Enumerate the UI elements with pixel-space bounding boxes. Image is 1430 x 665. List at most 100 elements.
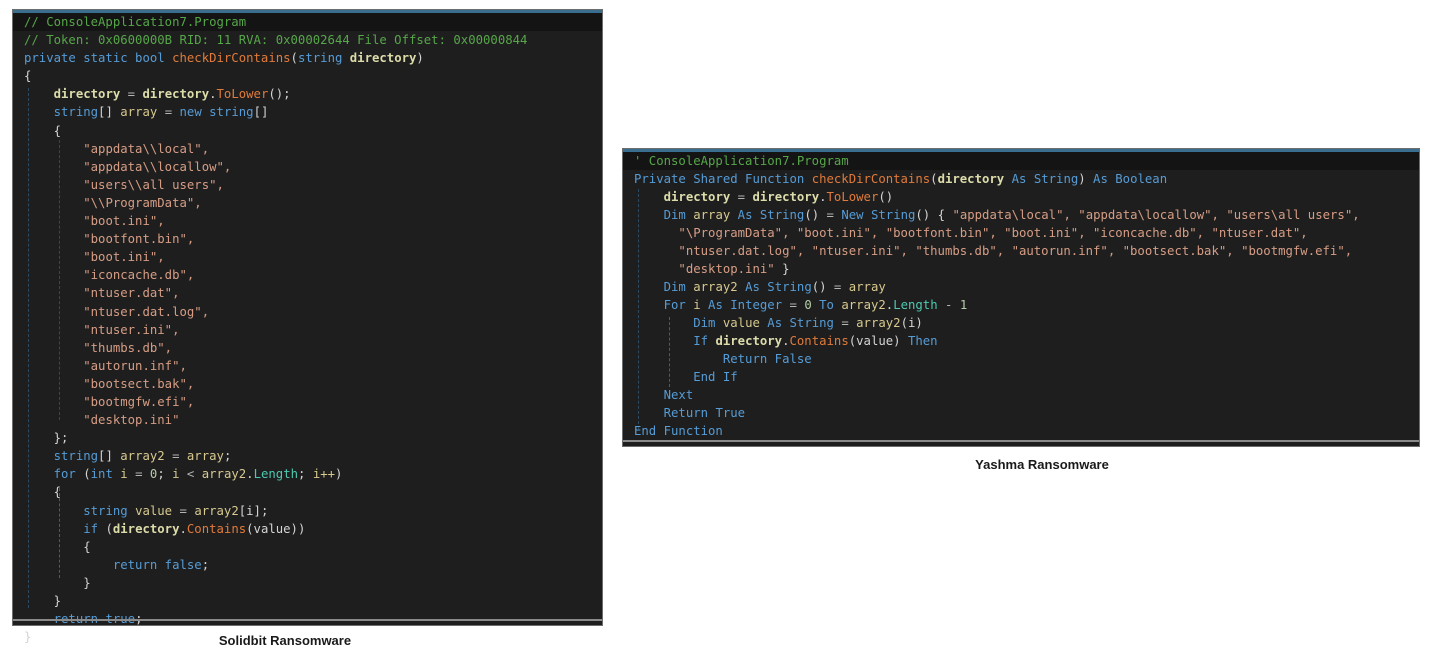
- code-token: array: [186, 449, 224, 464]
- solidbit-code-panel: // ConsoleApplication7.Program // Token:…: [12, 9, 603, 644]
- code-token: End Function: [634, 424, 723, 438]
- code-token: directory: [349, 51, 417, 66]
- code-token: Then: [907, 334, 938, 348]
- code-token: array2: [693, 280, 738, 294]
- code-dim-array: Dim array As String() = New String() { "…: [623, 206, 1419, 224]
- code-token: "appdata\\locallow",: [83, 159, 232, 174]
- code-token: .: [179, 521, 187, 536]
- code-token: i: [693, 298, 701, 312]
- code-token: Integer: [730, 298, 783, 312]
- code-brace: };: [13, 429, 602, 447]
- code-token: ;: [223, 449, 232, 464]
- code-string: "ntuser.dat",: [13, 284, 602, 302]
- code-token: {: [24, 69, 32, 84]
- code-token: Return False: [722, 352, 812, 366]
- code-token: []: [98, 449, 121, 464]
- code-token: String: [870, 208, 916, 222]
- code-token: [i];: [238, 503, 269, 518]
- code-token: string: [209, 105, 254, 120]
- code-token: Next: [663, 388, 694, 402]
- code-token: directory: [715, 334, 783, 348]
- code-token: directory: [937, 172, 1005, 186]
- code-token: =: [157, 105, 180, 120]
- code-token: string: [297, 51, 350, 66]
- code-token: i: [172, 467, 180, 482]
- code-string: "appdata\\locallow",: [13, 158, 602, 176]
- code-token: []: [98, 105, 121, 120]
- code-token: =: [172, 503, 195, 518]
- code-if: If directory.Contains(value) Then: [623, 332, 1419, 350]
- code-string: "desktop.ini": [13, 411, 602, 429]
- code-token: new: [179, 105, 210, 120]
- code-signature: Private Shared Function checkDirContains…: [623, 170, 1419, 188]
- code-return-false: Return False: [623, 350, 1419, 368]
- code-token: "\ProgramData", "boot.ini", "bootfont.bi…: [678, 226, 1308, 240]
- code-string-continuation: "ntuser.dat.log", "ntuser.ini", "thumbs.…: [623, 242, 1419, 260]
- code-string: "boot.ini",: [13, 212, 602, 230]
- code-token: String: [789, 316, 834, 330]
- code-token: ;: [201, 557, 210, 572]
- code-token: Length: [893, 298, 938, 312]
- code-token: "ntuser.dat.log", "ntuser.ini", "thumbs.…: [678, 244, 1353, 258]
- code-return-false: return false;: [13, 556, 602, 574]
- code-tolower: directory = directory.ToLower(): [623, 188, 1419, 206]
- code-token: =: [164, 449, 187, 464]
- code-token: Contains: [789, 334, 849, 348]
- code-token: }: [24, 630, 32, 645]
- code-token: array: [693, 208, 731, 222]
- code-token: New: [841, 208, 871, 222]
- code-token: ;: [135, 612, 143, 627]
- code-token: }: [774, 262, 790, 276]
- code-token: // Token: 0x0600000B RID: 11 RVA: 0x0000…: [24, 33, 528, 48]
- code-token: Dim: [663, 208, 694, 222]
- code-string: "users\\all users",: [13, 176, 602, 194]
- code-token: ): [335, 467, 343, 482]
- code-array2-decl: string[] array2 = array;: [13, 447, 602, 465]
- code-token: "ntuser.ini",: [83, 322, 180, 337]
- code-token: ' ConsoleApplication7.Program: [634, 154, 849, 168]
- code-token: array2: [194, 503, 239, 518]
- code-string: "bootmgfw.efi",: [13, 393, 602, 411]
- code-brace: {: [13, 538, 602, 556]
- code-dim-array2: Dim array2 As String() = array: [623, 278, 1419, 296]
- code-token: "desktop.ini": [678, 262, 775, 276]
- code-token: private static bool: [24, 51, 173, 66]
- yashma-code-panel: ' ConsoleApplication7.Program Private Sh…: [622, 148, 1420, 447]
- code-token: (: [930, 172, 938, 186]
- code-end-function: End Function: [623, 422, 1419, 440]
- code-token: (: [83, 467, 91, 482]
- code-token: "bootsect.bak",: [83, 376, 195, 391]
- code-string: "iconcache.db",: [13, 266, 602, 284]
- code-token: {: [53, 485, 62, 500]
- code-token: "ntuser.dat.log",: [83, 304, 210, 319]
- code-token: ): [416, 51, 424, 66]
- code-token: .: [782, 334, 790, 348]
- code-token: false: [164, 557, 202, 572]
- code-next: Next: [623, 386, 1419, 404]
- code-token: String: [1033, 172, 1079, 186]
- code-token: array: [120, 105, 158, 120]
- code-token: string: [53, 105, 99, 120]
- code-tolower: directory = directory.ToLower();: [13, 85, 602, 103]
- code-token: =: [730, 190, 753, 204]
- code-signature: private static bool checkDirContains(str…: [13, 49, 602, 67]
- code-token: ();: [268, 87, 291, 102]
- code-string: "ntuser.dat.log",: [13, 303, 602, 321]
- code-token: "autorun.inf",: [83, 358, 187, 373]
- code-string: "ntuser.ini",: [13, 321, 602, 339]
- code-token: "\\ProgramData",: [83, 195, 202, 210]
- code-for: for (int i = 0; i < array2.Length; i++): [13, 465, 602, 483]
- code-string-continuation: "desktop.ini" }: [623, 260, 1419, 278]
- code-for: For i As Integer = 0 To array2.Length - …: [623, 296, 1419, 314]
- code-brace: {: [13, 67, 602, 85]
- code-token: string: [53, 449, 99, 464]
- code-token: (): [878, 190, 894, 204]
- code-token: };: [53, 431, 69, 446]
- code-token: directory: [663, 190, 731, 204]
- code-token: if: [83, 521, 106, 536]
- code-token: .: [819, 190, 827, 204]
- code-comment-class: ' ConsoleApplication7.Program: [623, 152, 1419, 170]
- code-string: "thumbs.db",: [13, 339, 602, 357]
- code-token: End If: [693, 370, 738, 384]
- code-token: for: [53, 467, 84, 482]
